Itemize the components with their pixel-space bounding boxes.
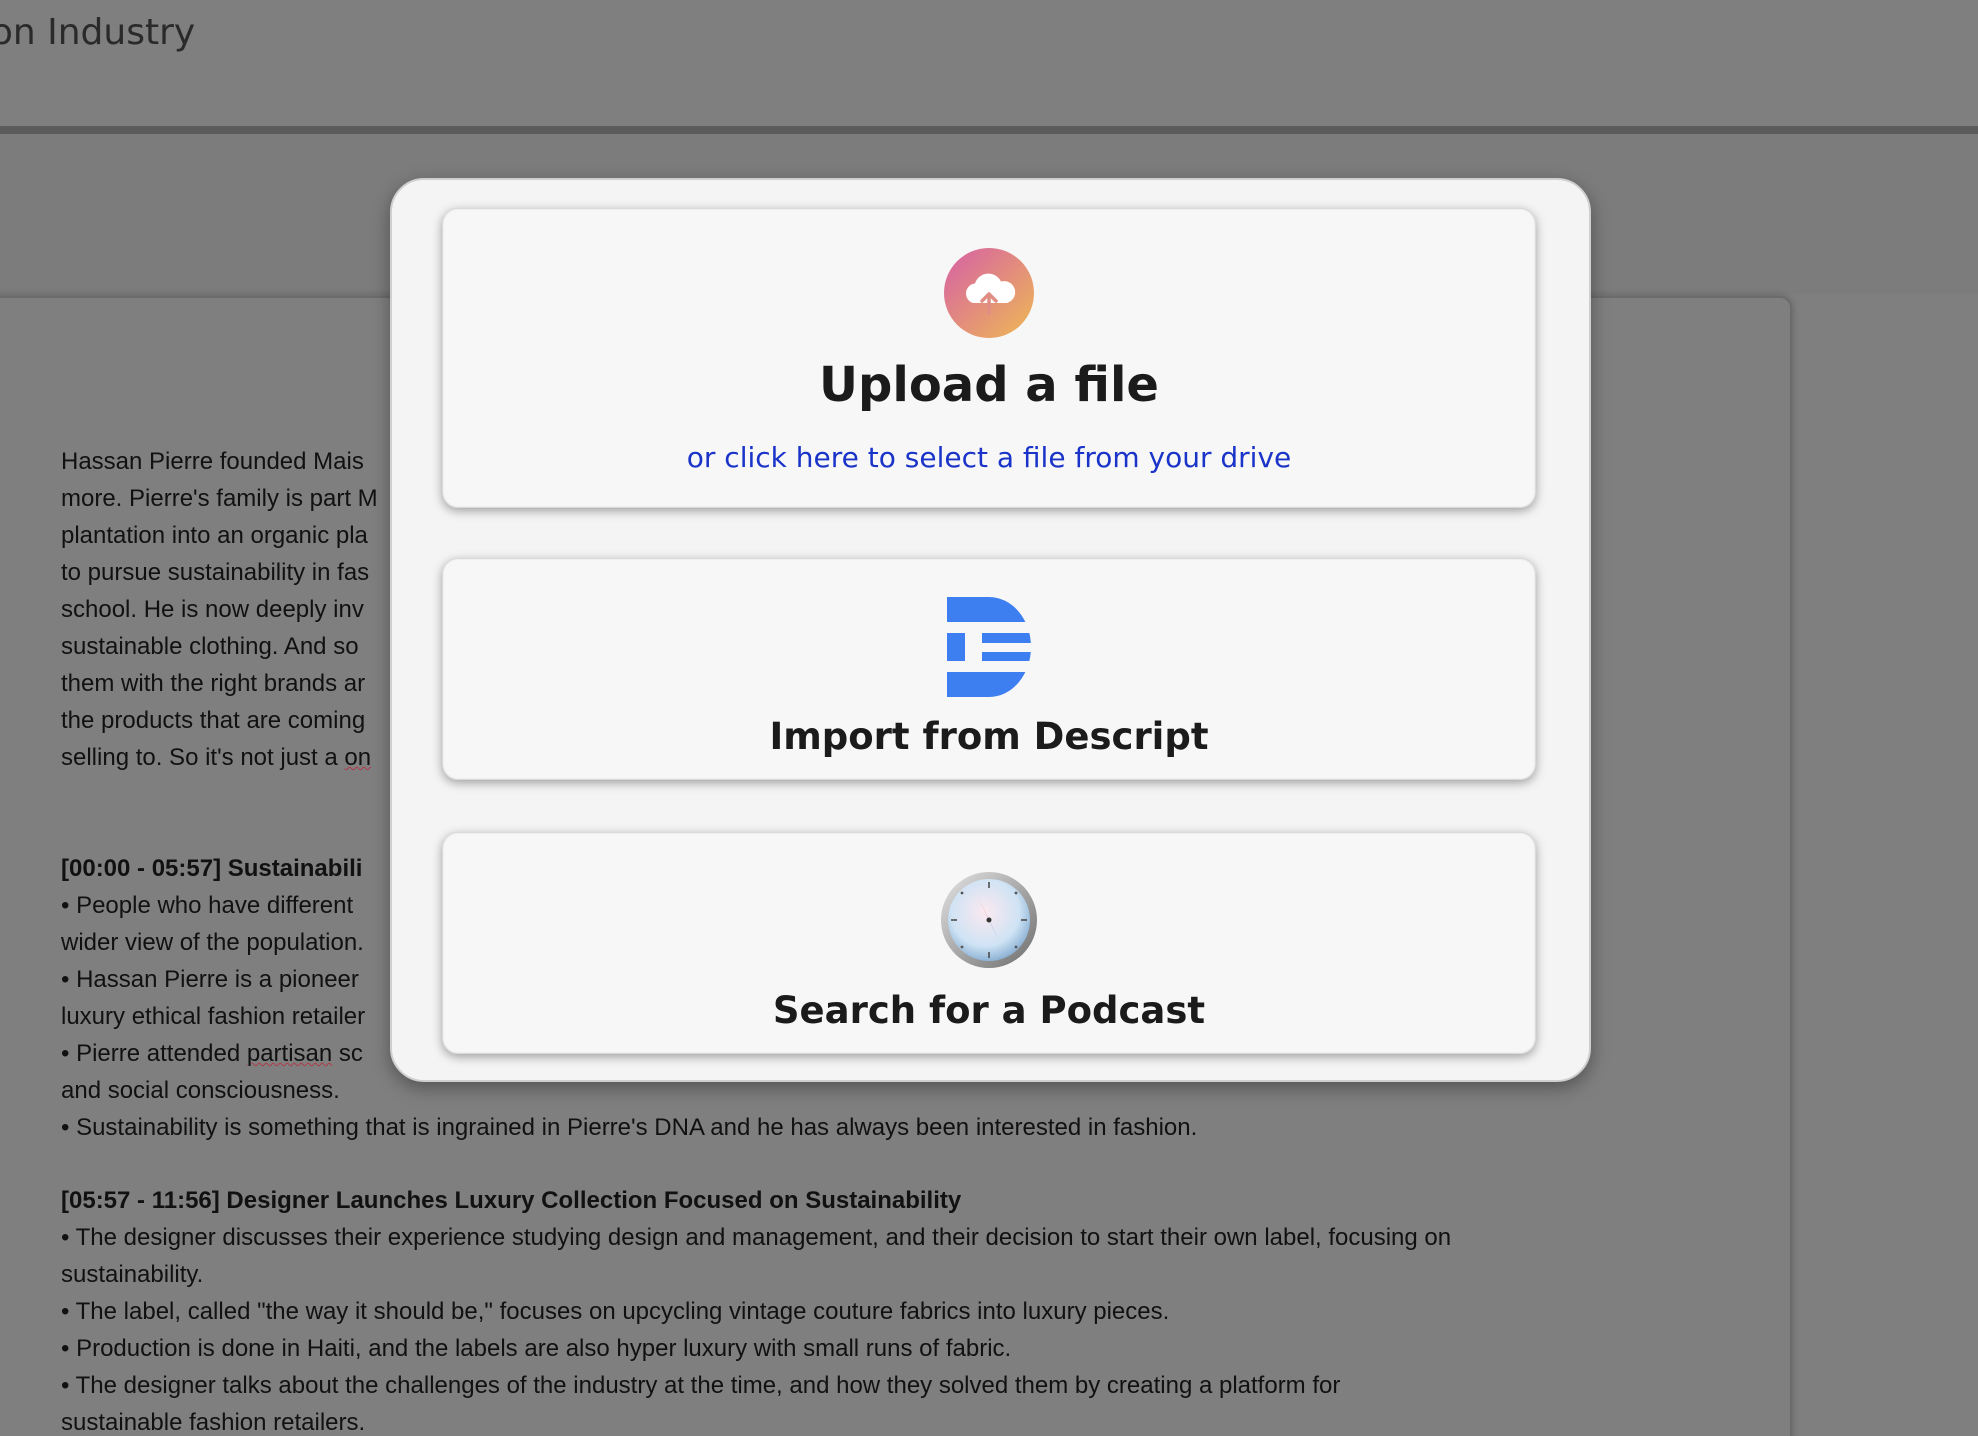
bullet-line: • The label, called "the way it should b… — [61, 1298, 1170, 1325]
compass-icon — [940, 871, 1038, 969]
intro-line: more. Pierre's family is part M — [61, 485, 378, 512]
summary-section: [05:57 - 11:56] Designer Launches Luxury… — [61, 1182, 1581, 1436]
intro-line: to pursue sustainability in fas — [61, 559, 370, 586]
page-title: hion Industry — [0, 12, 196, 53]
intro-line: the products that are coming — [61, 707, 366, 734]
upload-file-option[interactable]: Upload a file or click here to select a … — [442, 208, 1536, 508]
upload-file-title: Upload a file — [819, 357, 1159, 413]
select-file-link[interactable]: or click here to select a file from your… — [443, 441, 1535, 474]
bullet-text: sc — [332, 1040, 363, 1067]
search-podcast-option[interactable]: Search for a Podcast — [442, 832, 1536, 1054]
search-podcast-title: Search for a Podcast — [772, 989, 1206, 1032]
app-header: hion Industry — [0, 0, 1978, 134]
bullet-text: • Pierre attended — [61, 1040, 247, 1067]
bullet-line: sustainable fashion retailers. — [61, 1409, 366, 1436]
intro-line: plantation into an organic pla — [61, 522, 368, 549]
import-descript-title: Import from Descript — [769, 715, 1209, 758]
descript-logo-icon — [945, 595, 1033, 699]
intro-line: them with the right brands ar — [61, 670, 366, 697]
bullet-line: sustainability. — [61, 1261, 204, 1288]
cloud-upload-icon — [943, 247, 1035, 339]
intro-line: selling to. So it's not just a — [61, 744, 345, 771]
intro-line: Hassan Pierre founded Mais — [61, 448, 364, 475]
bullet-line: • Sustainability is something that is in… — [61, 1114, 1198, 1141]
misspelled-word: partisan — [246, 1040, 333, 1067]
intro-line: sustainable clothing. And so — [61, 633, 359, 660]
bullet-line: • The designer discusses their experienc… — [61, 1224, 1452, 1251]
section-heading: [05:57 - 11:56] Designer Launches Luxury… — [61, 1187, 962, 1214]
page: hion Industry Hassan Pierre founded Mais… — [0, 0, 1978, 1436]
bullet-line: • The designer talks about the challenge… — [61, 1372, 1341, 1399]
misspelled-word: on — [344, 744, 372, 771]
bullet-line: • Production is done in Haiti, and the l… — [61, 1335, 1012, 1362]
intro-line: school. He is now deeply inv — [61, 596, 364, 623]
import-source-modal: Upload a file or click here to select a … — [390, 178, 1591, 1082]
import-descript-option[interactable]: Import from Descript — [442, 558, 1536, 780]
